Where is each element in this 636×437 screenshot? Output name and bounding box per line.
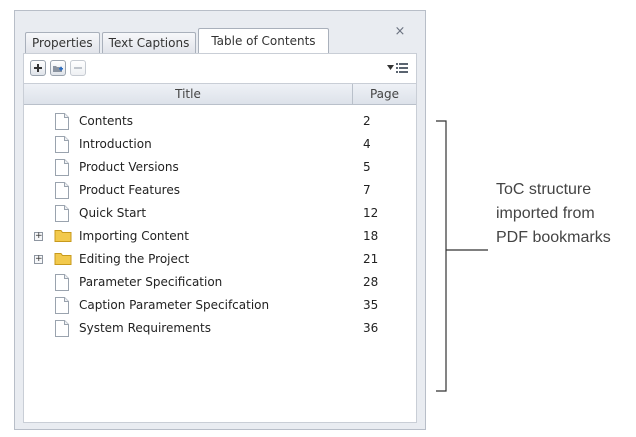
page-icon — [55, 297, 69, 314]
dropdown-arrow-icon — [387, 65, 394, 70]
grid-header: Title Page — [24, 84, 416, 105]
toc-row[interactable]: Quick Start 12 — [24, 202, 416, 225]
remove-entry-button[interactable] — [70, 60, 86, 76]
toc-entry-page: 28 — [363, 275, 379, 289]
toc-entry-title: Parameter Specification — [79, 275, 223, 289]
toc-entry-page: 4 — [363, 137, 371, 151]
minus-icon — [74, 67, 82, 69]
toc-row[interactable]: + Editing the Project 21 — [24, 248, 416, 271]
annotation-line-1: ToC structure — [496, 181, 592, 198]
toc-row[interactable]: Introduction 4 — [24, 133, 416, 156]
toc-entry-title: Product Features — [79, 183, 180, 197]
list-view-icon — [396, 63, 408, 73]
add-folder-button[interactable] — [50, 60, 66, 76]
tab-strip: Properties Text Captions Table of Conten… — [25, 27, 331, 54]
annotation-line-3: PDF bookmarks — [496, 229, 611, 246]
tab-text-captions[interactable]: Text Captions — [101, 32, 197, 53]
expand-toggle-icon[interactable]: + — [34, 255, 43, 264]
toc-rows: Contents 2 Introduction 4 Product Versions 5 P… — [24, 110, 416, 340]
page-icon — [55, 136, 69, 153]
column-header-page[interactable]: Page — [353, 84, 416, 104]
add-folder-icon — [53, 65, 63, 72]
toc-row[interactable]: System Requirements 36 — [24, 317, 416, 340]
toc-entry-page: 35 — [363, 298, 379, 312]
toc-entry-title: Quick Start — [79, 206, 147, 220]
plus-icon — [34, 64, 42, 72]
view-menu-button[interactable] — [387, 62, 408, 73]
annotation-line-2: imported from — [496, 205, 595, 222]
toc-entry-page: 21 — [363, 252, 379, 266]
toc-entry-title: Product Versions — [79, 160, 179, 174]
page-icon — [55, 159, 69, 176]
page-icon — [55, 113, 69, 130]
toc-grid: Title Page Contents 2 Introduction 4 Product… — [23, 83, 417, 423]
toc-row[interactable]: Product Features 7 — [24, 179, 416, 202]
toc-row[interactable]: Product Versions 5 — [24, 156, 416, 179]
toc-row[interactable]: + Importing Content 18 — [24, 225, 416, 248]
expand-toggle-icon[interactable]: + — [34, 232, 43, 241]
tab-properties[interactable]: Properties — [25, 32, 100, 53]
toc-entry-page: 2 — [363, 114, 371, 128]
toc-entry-title: Contents — [79, 114, 133, 128]
page-icon — [55, 274, 69, 291]
toc-entry-title: Introduction — [79, 137, 152, 151]
toc-entry-title: Editing the Project — [79, 252, 190, 266]
column-header-title[interactable]: Title — [24, 84, 352, 104]
close-icon[interactable]: × — [393, 25, 407, 39]
tab-table-of-contents[interactable]: Table of Contents — [198, 28, 329, 54]
annotation-callout: ToC structure imported from PDF bookmark… — [496, 178, 611, 250]
folder-icon — [54, 253, 72, 265]
toc-row[interactable]: Parameter Specification 28 — [24, 271, 416, 294]
toc-entry-title: System Requirements — [79, 321, 211, 335]
bracket-line — [436, 120, 447, 392]
toc-row[interactable]: Caption Parameter Specifcation 35 — [24, 294, 416, 317]
toc-entry-title: Caption Parameter Specifcation — [79, 298, 270, 312]
page-icon — [55, 205, 69, 222]
folder-icon — [54, 230, 72, 242]
page-icon — [55, 182, 69, 199]
toc-entry-page: 5 — [363, 160, 371, 174]
toc-row[interactable]: Contents 2 — [24, 110, 416, 133]
toc-entry-page: 18 — [363, 229, 379, 243]
toc-toolbar — [23, 53, 417, 83]
toc-entry-page: 12 — [363, 206, 379, 220]
toc-entry-title: Importing Content — [79, 229, 189, 243]
add-entry-button[interactable] — [30, 60, 46, 76]
toc-entry-page: 7 — [363, 183, 371, 197]
toc-panel: Properties Text Captions Table of Conten… — [14, 10, 426, 430]
page-icon — [55, 320, 69, 337]
toc-entry-page: 36 — [363, 321, 379, 335]
